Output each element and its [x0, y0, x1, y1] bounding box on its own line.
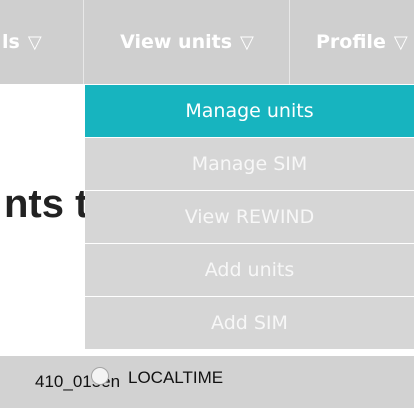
top-navbar: ls ▽ View units ▽ Profile ▽	[0, 0, 414, 84]
nav-profile-label: Profile	[316, 31, 386, 53]
nav-view-units[interactable]: View units ▽	[85, 0, 290, 84]
chevron-down-icon: ▽	[393, 31, 408, 53]
nav-view-units-label: View units	[120, 31, 233, 53]
menu-item-manage-units[interactable]: Manage units	[85, 85, 414, 137]
nav-menu-partial-label: ls	[2, 31, 20, 53]
menu-item-add-sim[interactable]: Add SIM	[85, 297, 414, 349]
nav-menu-partial[interactable]: ls ▽	[0, 0, 84, 84]
menu-item-add-units[interactable]: Add units	[85, 244, 414, 296]
timezone-radio[interactable]	[91, 367, 109, 385]
menu-item-view-rewind[interactable]: View REWIND	[85, 191, 414, 243]
chevron-down-icon: ▽	[27, 31, 42, 53]
menu-item-manage-sim[interactable]: Manage SIM	[85, 138, 414, 190]
chevron-down-icon: ▽	[240, 31, 254, 53]
timezone-label: LOCALTIME	[128, 368, 224, 387]
nav-profile[interactable]: Profile ▽	[291, 0, 414, 84]
view-units-dropdown: Manage units Manage SIM View REWIND Add …	[85, 85, 414, 350]
unit-row: 410_015en LOCALTIME	[0, 356, 414, 408]
page-heading: nts t	[4, 182, 89, 226]
